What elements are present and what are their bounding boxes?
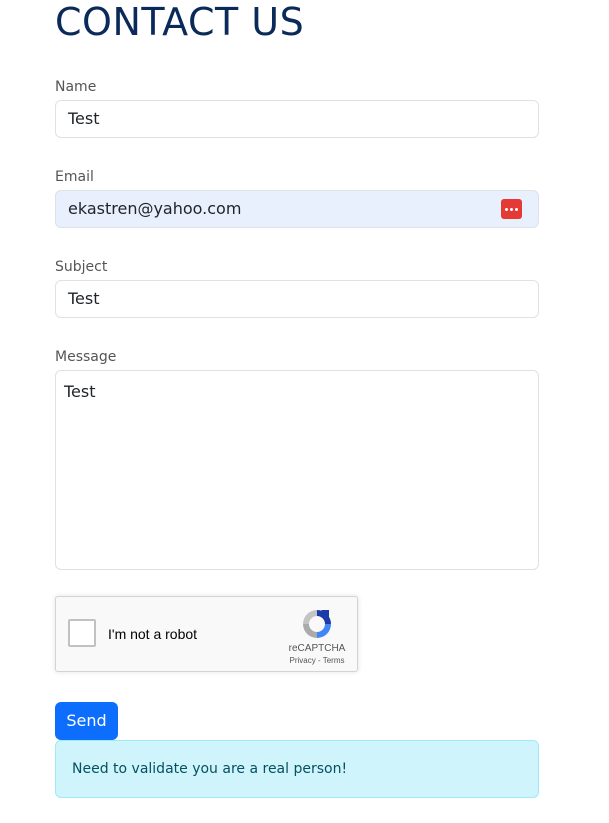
email-input[interactable]: ekastren@yahoo.com xyxy=(55,190,539,228)
email-label: Email xyxy=(55,169,94,185)
subject-field-group: Subject Test xyxy=(55,258,539,318)
email-field-group: Email ekastren@yahoo.com xyxy=(55,168,539,228)
message-textarea[interactable]: Test xyxy=(55,370,539,570)
recaptcha-checkbox[interactable] xyxy=(68,619,96,647)
page-title: CONTACT US xyxy=(55,0,305,44)
message-label: Message xyxy=(55,349,117,365)
send-button[interactable]: Send xyxy=(55,702,118,740)
recaptcha-widget: I'm not a robot reCAPTCHA Privacy - Term… xyxy=(55,596,358,672)
validation-alert: Need to validate you are a real person! xyxy=(55,740,539,798)
name-input[interactable]: Test xyxy=(55,100,539,138)
subject-input[interactable]: Test xyxy=(55,280,539,318)
email-value: ekastren@yahoo.com xyxy=(68,199,242,218)
recaptcha-logo-icon xyxy=(303,610,331,638)
contact-page: CONTACT US Name Test Email ekastren@yaho… xyxy=(55,0,539,798)
name-field-group: Name Test xyxy=(55,78,539,138)
recaptcha-label: I'm not a robot xyxy=(108,626,198,642)
recaptcha-brand: reCAPTCHA xyxy=(288,643,346,654)
message-field-group: Message Test xyxy=(55,348,539,570)
recaptcha-privacy-terms-links[interactable]: Privacy - Terms xyxy=(279,656,355,665)
password-manager-icon[interactable] xyxy=(501,199,522,219)
subject-label: Subject xyxy=(55,259,108,275)
name-label: Name xyxy=(55,79,97,95)
